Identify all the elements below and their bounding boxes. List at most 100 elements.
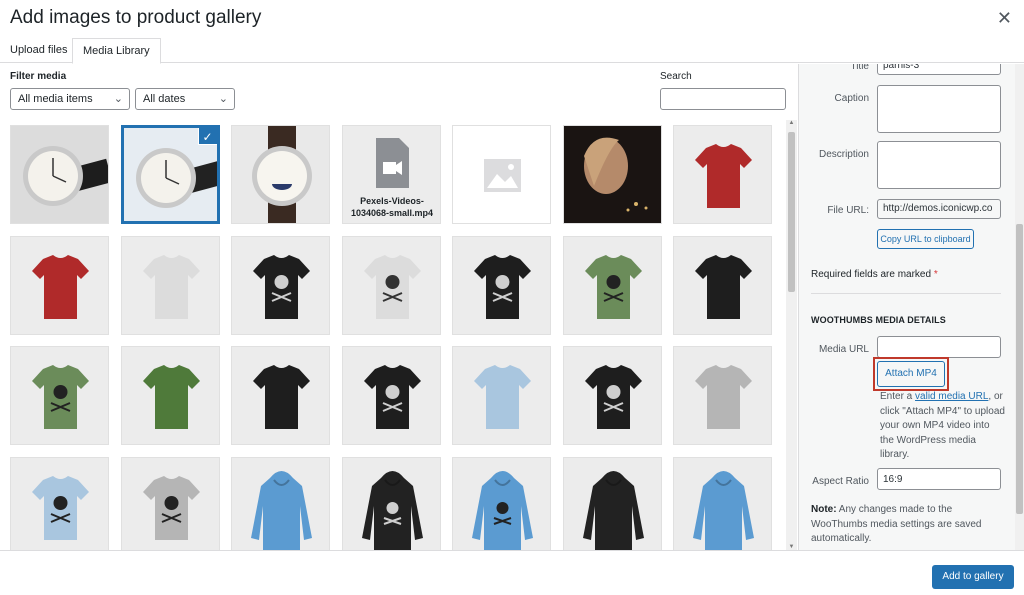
media-tile-tshirt-lightblue-skull[interactable] (10, 456, 109, 550)
thumbnail-image (453, 347, 550, 444)
valid-media-url-link[interactable]: valid media URL (915, 391, 988, 402)
description-textarea[interactable] (877, 141, 1001, 189)
media-tile-tshirt-black-skull[interactable] (231, 235, 330, 335)
media-tile-tshirt-grey[interactable] (673, 346, 772, 445)
caption-textarea[interactable] (877, 85, 1001, 133)
media-tile-tshirt-green[interactable] (120, 346, 220, 445)
caption-label: Caption (834, 93, 869, 104)
help-prefix: Enter a (880, 391, 913, 402)
sidebar-scrollbar[interactable] (1015, 64, 1024, 550)
dialog-title: Add images to product gallery (10, 7, 262, 28)
settings-note: Note: Any changes made to the WooThumbs … (811, 503, 1006, 547)
media-type-select[interactable]: All media items ⌄ (10, 88, 130, 110)
media-tile-watch-strap[interactable]: ✓ (120, 125, 220, 224)
date-filter-value: All dates (143, 93, 186, 105)
thumbnail-image (342, 457, 440, 550)
media-tile-woman-night[interactable] (562, 125, 662, 224)
note-text: Any changes made to the WooThumbs media … (811, 504, 982, 544)
scroll-up-icon[interactable]: ▲ (788, 120, 795, 126)
chevron-down-icon: ⌄ (113, 93, 123, 105)
media-tile-tshirt-black-skull[interactable] (341, 346, 441, 445)
tab-media-library[interactable]: Media Library (72, 38, 161, 64)
thumbnail-image (674, 236, 771, 334)
media-toolbar: Filter media All media items ⌄ All dates… (0, 64, 798, 120)
tab-upload-files[interactable]: Upload files (0, 38, 77, 63)
tab-bar: Upload files Media Library (0, 36, 1024, 64)
thumbnail-image (232, 457, 329, 550)
section-divider (811, 293, 1001, 294)
media-tile-tshirt-white[interactable] (120, 235, 220, 335)
thumbnail-image (563, 236, 661, 334)
media-tile-hoodie-black-skull[interactable] (341, 456, 441, 550)
media-tile-tshirt-grey-skull[interactable] (120, 456, 220, 550)
file-url-label: File URL: (827, 205, 869, 216)
scroll-thumb[interactable] (788, 132, 795, 292)
media-url-help: Enter a valid media URL, or click "Attac… (880, 390, 1005, 463)
woothumbs-section-heading: WOOTHUMBS MEDIA DETAILS (811, 315, 946, 325)
thumbnail-image (121, 347, 219, 444)
media-tile-placeholder-image[interactable] (452, 125, 551, 224)
media-tile-tshirt-black[interactable] (231, 346, 330, 445)
thumbnail-image (674, 457, 771, 550)
note-label: Note: (811, 504, 837, 515)
attachment-details-sidebar: Title parnis-3 Caption Description File … (798, 64, 1024, 550)
thumbnail-image (11, 457, 108, 550)
media-grid-scrollbar[interactable]: ▲ ▼ (786, 120, 797, 550)
required-star: * (933, 269, 938, 280)
thumbnail-image (342, 236, 440, 334)
media-tile-watch-moon[interactable] (231, 125, 330, 224)
media-url-label: Media URL (818, 344, 869, 355)
thumbnail-image (342, 347, 440, 444)
media-tile-video-file[interactable]: Pexels-Videos-1034068-small.mp4 (341, 125, 441, 224)
media-url-input[interactable] (877, 336, 1001, 358)
media-tile-watch-open[interactable] (10, 125, 109, 224)
media-tile-hoodie-blue-skull[interactable] (452, 456, 551, 550)
media-type-value: All media items (18, 93, 93, 105)
filter-media-label: Filter media (10, 71, 67, 82)
thumbnail-image (121, 236, 219, 334)
aspect-ratio-input[interactable]: 16:9 (877, 468, 1001, 490)
chevron-down-icon: ⌄ (218, 93, 228, 105)
media-tile-tshirt-black-skull[interactable] (562, 346, 662, 445)
media-tile-tshirt-black-skull[interactable] (452, 235, 551, 335)
dialog-footer: Add to gallery (0, 550, 1024, 595)
thumbnail-image (674, 126, 771, 223)
thumbnail-image (232, 347, 329, 444)
media-tile-tshirt-red[interactable] (673, 125, 772, 224)
search-label: Search (660, 71, 692, 82)
thumbnail-image (232, 236, 329, 334)
file-url-field[interactable]: http://demos.iconicwp.co (877, 199, 1001, 219)
checkmark-icon[interactable]: ✓ (197, 128, 217, 145)
description-label: Description (818, 149, 869, 160)
thumbnail-image (453, 126, 550, 223)
media-tile-tshirt-green-skull[interactable] (10, 346, 109, 445)
sidebar-scroll-thumb[interactable] (1016, 224, 1023, 514)
dialog-header: Add images to product gallery ✕ (0, 0, 1024, 36)
thumbnail-image (11, 236, 108, 334)
media-tile-tshirt-black[interactable] (673, 235, 772, 335)
media-tile-hoodie-blue[interactable] (231, 456, 330, 550)
thumbnail-image (453, 457, 550, 550)
required-fields-text: Required fields are marked (811, 269, 932, 280)
thumbnail-image (232, 126, 329, 223)
media-tile-tshirt-green-skull[interactable] (562, 235, 662, 335)
media-tile-hoodie-blue[interactable] (673, 456, 772, 550)
close-icon[interactable]: ✕ (997, 8, 1012, 29)
attach-mp4-button[interactable]: Attach MP4 (877, 361, 945, 387)
media-tile-hoodie-black[interactable] (562, 456, 662, 550)
media-tile-tshirt-white-skull[interactable] (341, 235, 441, 335)
required-fields-note: Required fields are marked * (811, 269, 938, 280)
thumbnail-image (674, 347, 771, 444)
thumbnail-image (11, 126, 108, 223)
thumbnail-image (453, 236, 550, 334)
add-to-gallery-button[interactable]: Add to gallery (932, 565, 1014, 589)
thumbnail-image (563, 347, 661, 444)
title-field[interactable]: parnis-3 (877, 64, 1001, 75)
thumbnail-image (563, 457, 661, 550)
media-tile-tshirt-woo-red[interactable] (10, 235, 109, 335)
copy-url-button[interactable]: Copy URL to clipboard (877, 229, 974, 249)
search-input[interactable] (660, 88, 786, 110)
media-grid: ✓ Pexels-Videos-1034068-small.mp4 (0, 120, 785, 550)
media-tile-tshirt-lightblue[interactable] (452, 346, 551, 445)
date-filter-select[interactable]: All dates ⌄ (135, 88, 235, 110)
